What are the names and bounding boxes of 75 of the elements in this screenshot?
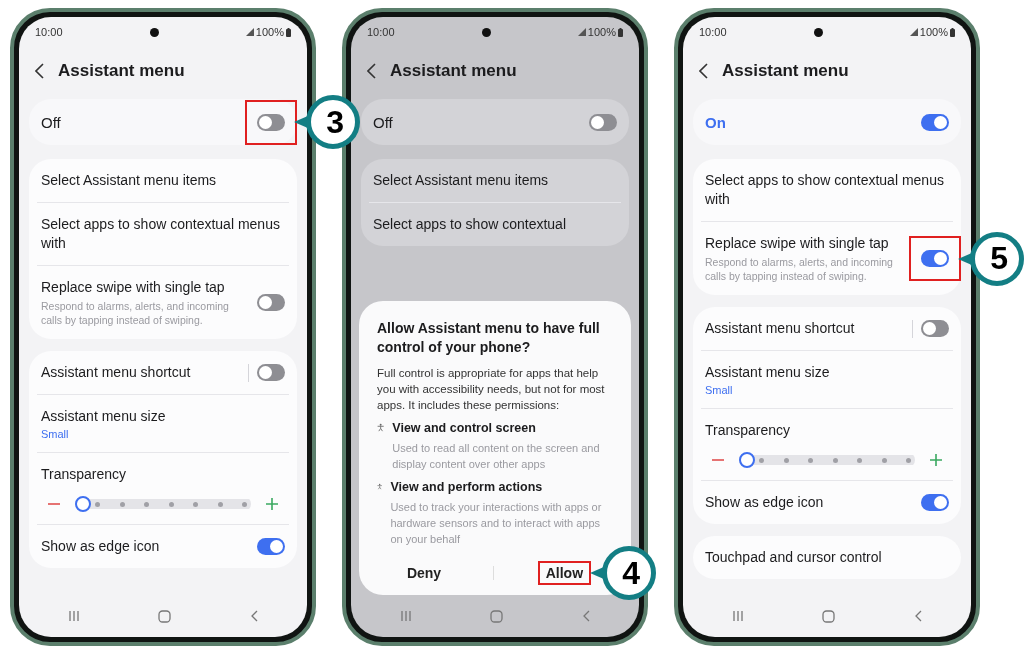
screen-title: Assistant menu [722, 61, 849, 81]
back-icon[interactable] [367, 63, 376, 79]
slider-thumb[interactable] [75, 496, 91, 512]
toggle-switch[interactable] [257, 113, 285, 131]
signal-icon [577, 28, 586, 36]
toggle-switch[interactable] [921, 113, 949, 131]
permission-title: View and perform actions [390, 480, 544, 494]
battery-icon [286, 27, 291, 37]
home-icon[interactable] [822, 609, 836, 623]
setting-label: Transparency [705, 421, 792, 440]
plus-icon[interactable] [265, 497, 279, 511]
status-time: 10:00 [35, 26, 63, 38]
transparency-slider[interactable] [739, 452, 915, 468]
dialog-button[interactable]: Deny [398, 561, 450, 585]
setting-value: Small [705, 384, 734, 396]
master-switch-card[interactable]: On [693, 99, 961, 145]
signal-icon [909, 28, 918, 36]
setting-label[interactable]: Select apps to show contextual menus with [41, 215, 285, 253]
setting-label: Show as edge icon [705, 493, 825, 512]
toggle-switch[interactable] [257, 294, 285, 311]
setting-label: Replace swipe with single tap [41, 278, 226, 297]
toggle-switch[interactable] [589, 113, 617, 131]
permission-description: Used to read all content on the screen and display content over other apps [392, 441, 601, 472]
permission-title: View and control screen [392, 421, 537, 435]
camera-icon [481, 27, 491, 37]
setting-label: Assistant menu shortcut [41, 363, 192, 382]
setting-label: Transparency [41, 465, 128, 484]
home-icon[interactable] [490, 609, 504, 623]
permission-description: Used to track your interactions with apps or hardware sensors and to interact with apps on your behalf [390, 500, 603, 547]
dialog-button[interactable]: Allow [537, 561, 592, 585]
setting-label[interactable]: Assistant menu size [705, 363, 949, 382]
slider-thumb[interactable] [739, 452, 755, 468]
camera-icon [813, 27, 823, 37]
toggle-switch[interactable] [921, 320, 949, 337]
setting-label[interactable]: Touchpad and cursor control [705, 548, 949, 567]
toggle-switch[interactable] [257, 538, 285, 555]
battery-level: 100% [255, 26, 284, 38]
master-switch-label: On [705, 113, 726, 131]
back-icon[interactable] [35, 63, 44, 79]
setting-description: Respond to alarms, alerts, and incoming calls by tapping instead of swiping. [41, 299, 230, 327]
recent-apps-icon[interactable] [68, 610, 81, 622]
battery-level: 100% [587, 26, 616, 38]
camera-icon [149, 27, 159, 37]
dialog-message: Full control is appropriate for apps that help you with accessibility needs, but not for most apps. It includes these permissions: [377, 366, 606, 413]
setting-label[interactable]: Select apps to show contextual [373, 215, 617, 234]
dialog-title: Allow Assistant menu to have full control of your phone? [377, 319, 601, 357]
status-time: 10:00 [699, 26, 727, 38]
home-icon[interactable] [158, 609, 172, 623]
master-switch-label: Off [373, 113, 393, 131]
setting-label: Assistant menu shortcut [705, 319, 856, 338]
setting-value: Small [41, 428, 70, 440]
setting-description: Respond to alarms, alerts, and incoming calls by tapping instead of swiping. [705, 255, 894, 283]
master-switch-label: Off [41, 113, 61, 131]
setting-label: Show as edge icon [41, 537, 161, 556]
setting-label[interactable]: Assistant menu size [41, 407, 285, 426]
screen-title: Assistant menu [390, 61, 517, 81]
toggle-switch[interactable] [921, 494, 949, 511]
setting-label[interactable]: Select Assistant menu items [41, 171, 285, 190]
setting-label[interactable]: Select apps to show contextual menus with [705, 171, 949, 209]
back-icon[interactable] [699, 63, 708, 79]
recent-apps-icon[interactable] [732, 610, 745, 622]
transparency-slider[interactable] [75, 496, 251, 512]
status-time: 10:00 [367, 26, 395, 38]
signal-icon [245, 28, 254, 36]
master-switch-card[interactable]: Off [361, 99, 629, 145]
accessibility-icon [377, 421, 385, 434]
plus-icon[interactable] [929, 453, 943, 467]
battery-icon [950, 27, 955, 37]
setting-label[interactable]: Select Assistant menu items [373, 171, 617, 190]
toggle-switch[interactable] [921, 250, 949, 267]
toggle-switch[interactable] [257, 364, 285, 381]
battery-icon [618, 27, 623, 37]
setting-label: Replace swipe with single tap [705, 234, 890, 253]
battery-level: 100% [919, 26, 948, 38]
screen-title: Assistant menu [58, 61, 185, 81]
